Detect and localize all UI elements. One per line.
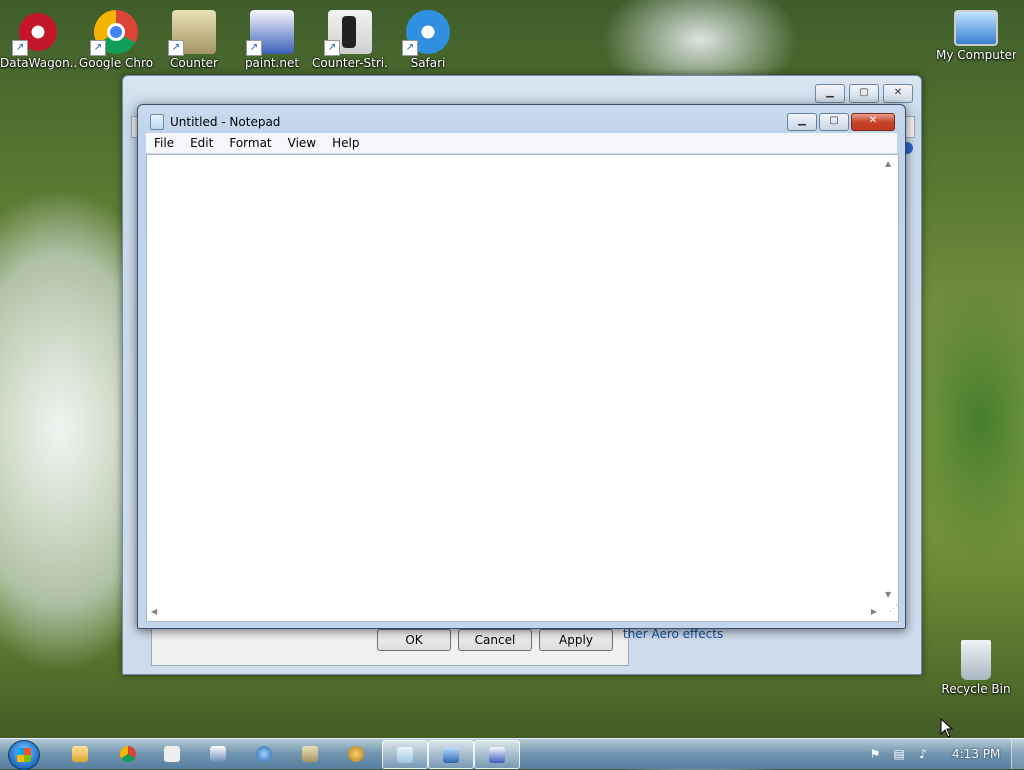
taskbar: ⚑ ▤ ♪ 4:13 PM	[0, 738, 1024, 770]
desktop-icon-label: paint.net	[244, 56, 300, 70]
scroll-right-icon[interactable]: ▶	[871, 607, 877, 617]
desktop-icon-my-computer[interactable]: My Computer	[936, 4, 1016, 62]
desktop-icon-label: Safari	[410, 56, 446, 70]
show-desktop-button[interactable]	[1011, 739, 1024, 769]
minimize-button[interactable]: ▁	[787, 113, 817, 131]
taskbar-chrome[interactable]	[106, 740, 150, 767]
paintnet-icon	[489, 747, 505, 763]
explorer-icon	[72, 746, 88, 762]
scroll-left-icon[interactable]: ◀	[151, 607, 157, 617]
menu-help[interactable]: Help	[324, 133, 367, 153]
desktop-icon-label: Google Chro	[78, 56, 154, 70]
desktop-icon-chrome[interactable]: ↗ Google Chro	[78, 4, 154, 70]
resize-grip-icon[interactable]: ⋰	[881, 604, 898, 621]
close-button[interactable]: ✕	[883, 84, 913, 103]
desktop-icon-label: Counter-Stri...	[312, 56, 388, 70]
datawagon-icon: ↗	[12, 10, 60, 56]
desktop-icon-counter[interactable]: ↗ Counter	[156, 4, 232, 70]
editor-content[interactable]	[151, 157, 878, 601]
taskbar-paintnet[interactable]	[474, 740, 520, 769]
recycle-bin-icon	[961, 640, 991, 680]
menu-edit[interactable]: Edit	[182, 133, 221, 153]
menu-bar: File Edit Format View Help	[146, 133, 897, 154]
notepad-icon	[150, 114, 164, 130]
desktop-icon-label: Counter	[170, 56, 218, 70]
menu-file[interactable]: File	[146, 133, 182, 153]
taskbar-explorer[interactable]	[58, 740, 102, 767]
computer-icon	[954, 10, 998, 46]
chrome-icon: ↗	[90, 10, 138, 56]
cancel-button[interactable]: Cancel	[458, 629, 532, 651]
safari-icon: ↗	[402, 10, 450, 56]
counter-strike-icon: ↗	[324, 10, 372, 56]
start-button[interactable]	[8, 740, 40, 770]
desktop-icon-label: DataWagon...	[0, 56, 76, 70]
shortcut-arrow-icon: ↗	[324, 40, 340, 56]
horizontal-scrollbar[interactable]: ◀ ▶	[147, 604, 881, 621]
clock[interactable]: 4:13 PM	[952, 747, 1000, 761]
taskbar-paint[interactable]	[196, 740, 240, 767]
desktop-icon-paintnet[interactable]: ↗ paint.net	[234, 4, 310, 70]
menu-view[interactable]: View	[280, 133, 324, 153]
maximize-button[interactable]: ▢	[819, 113, 849, 131]
paintnet-icon: ↗	[246, 10, 294, 56]
aero-effects-link[interactable]: ther Aero effects	[623, 627, 723, 641]
windows-logo-icon	[17, 748, 31, 762]
volume-icon[interactable]: ♪	[916, 747, 930, 761]
scroll-up-icon[interactable]: ▲	[885, 159, 891, 169]
taskbar-app[interactable]	[288, 740, 332, 767]
desktop-icon-datawagon[interactable]: ↗ DataWagon...	[0, 4, 76, 70]
paint-palette-icon	[348, 746, 364, 762]
taskbar-notepad[interactable]	[382, 740, 428, 769]
text-editor[interactable]: ▲ ▼ ◀ ▶ ⋰	[146, 154, 899, 622]
desktop-icon-safari[interactable]: ↗ Safari	[390, 4, 466, 70]
window-title: Untitled - Notepad	[170, 115, 281, 129]
network-icon[interactable]: ▤	[892, 747, 906, 761]
counter-icon: ↗	[168, 10, 216, 56]
apply-button[interactable]: Apply	[539, 629, 613, 651]
taskbar-globe[interactable]	[242, 740, 286, 767]
chrome-icon	[120, 746, 136, 762]
scroll-down-icon[interactable]: ▼	[885, 590, 891, 600]
counter-strike-icon	[164, 746, 180, 762]
shortcut-arrow-icon: ↗	[168, 40, 184, 56]
desktop-icon-recycle-bin[interactable]: Recycle Bin	[936, 634, 1016, 696]
title-bar[interactable]: Untitled - Notepad	[150, 114, 280, 130]
flag-icon[interactable]: ⚑	[868, 747, 882, 761]
desktop-icon-label: My Computer	[936, 48, 1016, 62]
minimize-button[interactable]: ▁	[815, 84, 845, 103]
shortcut-arrow-icon: ↗	[246, 40, 262, 56]
shortcut-arrow-icon: ↗	[90, 40, 106, 56]
shortcut-arrow-icon: ↗	[12, 40, 28, 56]
close-button[interactable]: ✕	[851, 113, 895, 131]
desktop-icon-counter-strike[interactable]: ↗ Counter-Stri...	[312, 4, 388, 70]
counter-icon	[302, 746, 318, 762]
notepad-icon	[397, 747, 413, 763]
cursor-icon	[940, 718, 954, 738]
ok-button[interactable]: OK	[377, 629, 451, 651]
vertical-scrollbar[interactable]: ▲ ▼	[881, 155, 898, 604]
taskbar-palette[interactable]	[334, 740, 378, 767]
notepad-window: Untitled - Notepad ▁ ▢ ✕ File Edit Forma…	[137, 104, 906, 629]
taskbar-performance[interactable]	[428, 740, 474, 769]
menu-format[interactable]: Format	[221, 133, 279, 153]
desktop-icon-label: Recycle Bin	[941, 682, 1011, 696]
globe-icon	[256, 746, 272, 762]
taskbar-counter-strike[interactable]	[150, 740, 194, 767]
shortcut-arrow-icon: ↗	[402, 40, 418, 56]
paint-icon	[210, 746, 226, 762]
maximize-button[interactable]: ▢	[849, 84, 879, 103]
performance-icon	[443, 747, 459, 763]
